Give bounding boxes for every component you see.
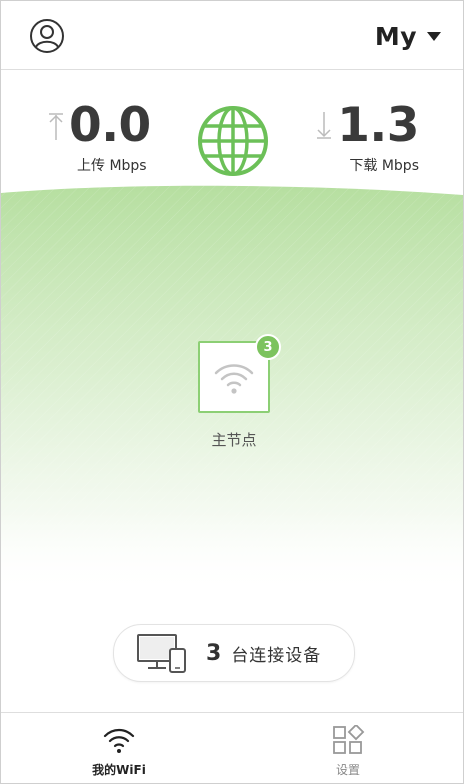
wifi-icon <box>103 728 135 753</box>
download-speed: 1.3 下载 Mbps <box>315 101 419 181</box>
bottom-tab-bar: 我的WiFi 设置 <box>1 712 463 783</box>
app-window: My 0.0 上传 Mbps 1.3 下载 Mbps 3 主节点 3 台连接设备… <box>0 0 464 784</box>
top-bar: My <box>1 1 463 70</box>
profile-button[interactable] <box>29 18 65 54</box>
connected-devices-label: 台连接设备 <box>231 645 322 666</box>
network-name: My <box>374 21 417 51</box>
download-value: 1.3 <box>337 98 419 153</box>
download-arrow-icon <box>317 112 332 139</box>
upload-speed: 0.0 上传 Mbps <box>47 101 151 181</box>
wifi-icon <box>214 364 254 394</box>
grid-apps-icon <box>333 725 365 754</box>
connected-devices-count: 3 <box>206 640 222 666</box>
connected-devices-button[interactable]: 3 台连接设备 <box>113 624 355 682</box>
tab-settings-label: 设置 <box>335 763 360 777</box>
download-label: 下载 Mbps <box>349 158 419 174</box>
network-selector[interactable]: My <box>375 17 441 55</box>
main-node-label: 主节点 <box>211 431 257 449</box>
tab-settings[interactable]: 设置 <box>288 713 408 783</box>
upload-label: 上传 Mbps <box>77 158 147 174</box>
upload-arrow-icon <box>49 113 63 140</box>
user-circle-icon <box>30 19 64 53</box>
caret-down-icon <box>427 31 441 41</box>
tab-my-wifi[interactable]: 我的WiFi <box>59 713 179 783</box>
upload-value: 0.0 <box>69 98 151 153</box>
globe-icon <box>198 106 268 176</box>
monitor-phone-icon <box>137 634 186 673</box>
node-device-count-badge: 3 <box>255 334 281 360</box>
tab-my-wifi-label: 我的WiFi <box>92 763 146 777</box>
